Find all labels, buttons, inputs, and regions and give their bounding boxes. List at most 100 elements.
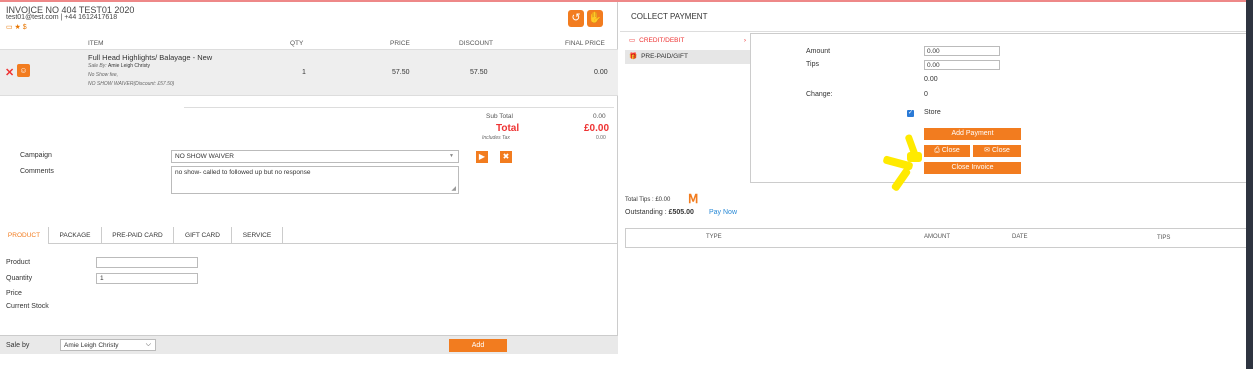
- add-payment-button[interactable]: Add Payment: [924, 128, 1021, 140]
- col-amount: AMOUNT: [924, 234, 950, 240]
- campaign-label: Campaign: [20, 152, 52, 159]
- store-checkbox[interactable]: ✓: [907, 110, 914, 117]
- tips-input[interactable]: 0.00: [924, 60, 1000, 70]
- close-print-button[interactable]: ⎙ Close: [924, 145, 970, 157]
- sale-by-select-value: Amie Leigh Christy: [64, 342, 119, 349]
- total-value: £0.00: [584, 123, 610, 134]
- item-price: 57.50: [392, 69, 410, 76]
- item-final-price: 0.00: [594, 69, 608, 76]
- email-icon: ✉: [984, 147, 990, 154]
- chevron-right-icon: ›: [743, 37, 746, 44]
- card-icon: ▭: [629, 37, 636, 44]
- price-label: Price: [6, 290, 22, 297]
- product-input[interactable]: [96, 257, 198, 268]
- apply-campaign-button[interactable]: ▶: [476, 151, 488, 163]
- resize-handle-icon[interactable]: ◢: [451, 185, 456, 192]
- change-label: Change:: [806, 91, 833, 98]
- method-pre-paid-gift[interactable]: 🎁 PRE-PAID/GIFT: [625, 50, 750, 64]
- sale-by-select[interactable]: Amie Leigh Christy ⌵: [60, 339, 156, 351]
- item-discount-note: NO SHOW WAIVER(Discount: £57.50): [88, 81, 175, 87]
- amount-label: Amount: [806, 48, 831, 55]
- hand-icon[interactable]: ✋: [587, 10, 603, 27]
- col-type: TYPE: [706, 234, 722, 240]
- item-qty: 1: [302, 69, 306, 76]
- change-value: 0: [924, 91, 928, 98]
- payment-panel: COLLECT PAYMENT ▭ CREDIT/DEBIT › 🎁 PRE-PAI…: [620, 2, 1253, 352]
- method-credit-debit-label: CREDIT/DEBIT: [639, 37, 685, 44]
- add-item-tabs: PRODUCT PACKAGE PRE-PAID CARD GIFT CARD …: [0, 227, 618, 244]
- payments-table-header: TYPE AMOUNT DATE TIPS: [625, 228, 1248, 248]
- totals-divider: [184, 107, 614, 108]
- item-sale-by: Sale By: Amie Leigh Christy: [88, 63, 150, 69]
- close-invoice-button[interactable]: Close Invoice: [924, 162, 1021, 174]
- tips-label: Tips: [806, 61, 819, 68]
- subtotal-value: 0.00: [593, 113, 606, 120]
- col-final-price: FINAL PRICE: [565, 40, 605, 47]
- col-qty: QTY: [290, 40, 304, 47]
- item-name: Full Head Highlights/ Balayage - New: [88, 53, 213, 62]
- col-tips: TIPS: [1157, 235, 1171, 241]
- chevron-down-icon: ▼: [449, 153, 454, 159]
- customer-contact: test01@test.com | +44 1612417618: [6, 14, 118, 21]
- tab-pre-paid-card[interactable]: PRE-PAID CARD: [102, 227, 174, 244]
- campaign-value: NO SHOW WAIVER: [175, 153, 234, 160]
- product-label: Product: [6, 259, 31, 266]
- includes-tax-value: 0.00: [596, 135, 606, 141]
- amount-input[interactable]: 0.00: [924, 46, 1000, 56]
- close-print-label: Close: [941, 147, 960, 154]
- tips-total: 0.00: [924, 76, 938, 83]
- outstanding-label: Outstanding :: [625, 209, 669, 216]
- col-discount: DISCOUNT: [459, 40, 493, 47]
- comments-value: no show- called to followed up but no re…: [175, 169, 311, 176]
- customer-badges: ▭ ★ $: [6, 24, 27, 31]
- sale-by-label: Sale By:: [88, 63, 107, 69]
- remove-campaign-button[interactable]: ✖: [500, 151, 512, 163]
- credit-debit-form: Amount 0.00 Tips 0.00 0.00 Change: 0 ✓ S…: [750, 33, 1247, 183]
- tab-gift-card[interactable]: GIFT CARD: [174, 227, 232, 244]
- window-edge: [1246, 0, 1253, 369]
- includes-tax-label: Includes Tax: [482, 135, 510, 141]
- stylist-icon[interactable]: ☺: [17, 64, 30, 77]
- gift-icon: 🎁: [629, 53, 638, 60]
- payment-divider: [620, 31, 1253, 32]
- outstanding-value: £505.00: [668, 209, 694, 216]
- pay-now-link[interactable]: Pay Now: [709, 209, 737, 216]
- tab-package[interactable]: PACKAGE: [49, 227, 102, 244]
- table-row: ✕ ☺ Full Head Highlights/ Balayage - New…: [0, 50, 618, 96]
- current-stock-label: Current Stock: [6, 303, 49, 310]
- sale-by-footer-label: Sale by: [6, 342, 30, 349]
- items-table-header: ITEM QTY PRICE DISCOUNT FINAL PRICE: [0, 36, 618, 50]
- campaign-select[interactable]: NO SHOW WAIVER ▼: [171, 150, 459, 163]
- col-item: ITEM: [88, 40, 104, 47]
- item-discount: 57.50: [470, 69, 488, 76]
- comments-label: Comments: [20, 168, 54, 175]
- col-date: DATE: [1012, 234, 1028, 240]
- sale-by-name: Amie Leigh Christy: [108, 63, 150, 69]
- store-label: Store: [924, 109, 941, 116]
- tab-product[interactable]: PRODUCT: [0, 227, 49, 244]
- close-email-label: Close: [991, 147, 1010, 154]
- print-icon: ⎙: [934, 147, 940, 154]
- tips-fork-icon[interactable]: 𝖬: [688, 192, 698, 206]
- total-label: Total: [496, 123, 520, 134]
- tab-service[interactable]: SERVICE: [232, 227, 283, 244]
- total-tips: Total Tips : £0.00: [625, 197, 671, 203]
- item-note: No Show fee,: [88, 72, 119, 78]
- quantity-label: Quantity: [6, 275, 33, 282]
- comments-textarea[interactable]: no show- called to followed up but no re…: [171, 166, 459, 194]
- invoice-title: INVOICE NO 404 TEST01 2020: [6, 5, 135, 15]
- col-price: PRICE: [390, 40, 410, 47]
- chevron-down-icon: ⌵: [145, 341, 151, 348]
- method-credit-debit[interactable]: ▭ CREDIT/DEBIT ›: [625, 34, 750, 48]
- invoice-panel: INVOICE NO 404 TEST01 2020 test01@test.c…: [0, 2, 618, 354]
- add-button[interactable]: Add: [449, 339, 507, 352]
- outstanding: Outstanding : £505.00: [625, 209, 694, 216]
- quantity-input[interactable]: 1: [96, 273, 198, 284]
- method-pre-paid-gift-label: PRE-PAID/GIFT: [641, 53, 688, 60]
- history-icon[interactable]: ↺: [568, 10, 584, 27]
- close-email-button[interactable]: ✉ Close: [973, 145, 1021, 157]
- add-item-footer: Sale by Amie Leigh Christy ⌵ Add: [0, 335, 618, 354]
- collect-payment-title: COLLECT PAYMENT: [631, 12, 708, 21]
- subtotal-label: Sub Total: [486, 113, 513, 120]
- remove-item-icon[interactable]: ✕: [5, 66, 14, 79]
